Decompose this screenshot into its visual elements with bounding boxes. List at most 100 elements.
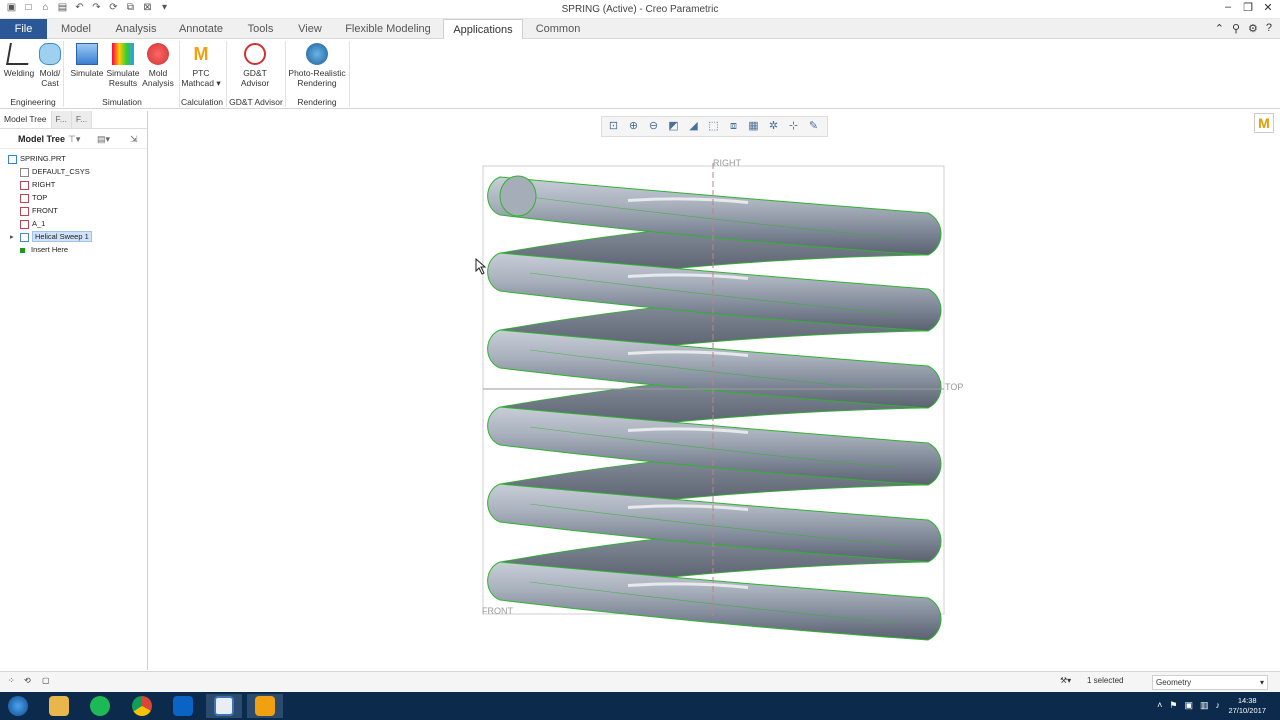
model-tree-item[interactable]: TOP <box>0 191 147 204</box>
tab-file[interactable]: File <box>0 19 47 39</box>
tab-model[interactable]: Model <box>55 19 97 39</box>
window-controls: – ❐ ✕ <box>1222 1 1274 15</box>
chrome-icon[interactable] <box>124 694 160 718</box>
ribbon-tabs: File Model Analysis Annotate Tools View Flexib… <box>0 19 1280 39</box>
simulate-results-button[interactable]: Simulate Results <box>105 43 141 88</box>
window-icon[interactable]: ▢ <box>42 676 50 685</box>
mathcad-button[interactable]: M PTC Mathcad ▾ <box>180 43 222 88</box>
model-tree-item[interactable]: Insert Here <box>0 243 147 256</box>
creo-taskbar-icon[interactable] <box>206 694 242 718</box>
model-tree: SPRING.PRT DEFAULT_CSYS RIGHT TOP FRONT A_1 ▸ H… <box>0 149 147 256</box>
chevron-up-icon[interactable]: ⌃ <box>1215 22 1224 35</box>
volume-icon[interactable]: ♪ <box>1216 700 1221 711</box>
tree-columns-icon[interactable]: ⇲ <box>130 129 138 149</box>
navigator-panel: Model Tree F... F... Model Tree ⊤▾ ▤▾ ⇲ SP… <box>0 111 148 670</box>
navigator-tab-3[interactable]: F... <box>71 111 93 128</box>
model-tree-item[interactable]: DEFAULT_CSYS <box>0 165 147 178</box>
tab-applications[interactable]: Applications <box>443 19 523 39</box>
part-icon <box>8 154 17 164</box>
outlook-icon[interactable] <box>165 694 201 718</box>
selection-filter[interactable]: Geometry ▾ <box>1152 675 1268 690</box>
navigator-tab-1[interactable]: Model Tree <box>0 111 52 128</box>
tray-expand-icon[interactable]: ˄ <box>1157 700 1162 711</box>
model-tree-item[interactable]: A_1 <box>0 217 147 230</box>
selection-tools-icon[interactable]: ⚒▾ <box>1060 676 1071 685</box>
snap-icon[interactable]: ⟲ <box>24 676 31 685</box>
tab-flexible-modeling[interactable]: Flexible Modeling <box>342 19 434 39</box>
model-tree-item[interactable]: FRONT <box>0 204 147 217</box>
graphics-window[interactable]: ⊡ ⊕ ⊖ ◩ ◢ ⬚ ⧈ ▦ ✲ ⊹ ✎ M RIGHT TOP FRONT <box>148 111 1280 670</box>
window-title: SPRING (Active) - Creo Parametric <box>561 4 719 15</box>
clock[interactable]: 14:38 27/10/2017 <box>1228 696 1266 716</box>
model-tree-item[interactable]: RIGHT <box>0 178 147 191</box>
mold-cast-button[interactable]: Mold/ Cast <box>36 43 64 88</box>
navigator-tabs: Model Tree F... F... <box>0 111 147 129</box>
restore-button[interactable]: ❐ <box>1242 1 1254 15</box>
network-icon[interactable]: ▥ <box>1200 700 1209 711</box>
rendering-button[interactable]: Photo-Realistic Rendering <box>285 43 349 88</box>
spring-front-segment <box>487 561 942 641</box>
simulate-button[interactable]: Simulate <box>69 43 105 78</box>
tree-item-label: SPRING.PRT <box>20 154 66 163</box>
welding-icon <box>6 43 32 65</box>
tab-annotate[interactable]: Annotate <box>175 19 227 39</box>
helical-sweep-icon <box>20 232 29 242</box>
minimize-button[interactable]: – <box>1222 1 1234 15</box>
gdt-advisor-button[interactable]: GD&T Advisor <box>232 43 278 88</box>
flag-icon[interactable]: ⚑ <box>1169 700 1177 711</box>
tree-item-label: RIGHT <box>32 180 56 189</box>
group-separator <box>63 41 64 107</box>
mold-analysis-icon <box>147 43 169 65</box>
tab-tools[interactable]: Tools <box>243 19 278 39</box>
mold-analysis-button[interactable]: Mold Analysis <box>141 43 175 88</box>
status-bar: ⁘ ⟲ ▢ ⚒▾ 1 selected Geometry ▾ <box>0 671 1280 692</box>
system-tray: ˄ ⚑ ▣ ▥ ♪ <box>1157 700 1220 711</box>
spring-model-view[interactable]: RIGHT TOP FRONT <box>148 111 1280 670</box>
rendering-icon <box>306 43 328 65</box>
spotify-icon[interactable] <box>82 694 118 718</box>
mouse-cursor-icon <box>475 257 487 275</box>
tab-common[interactable]: Common <box>530 19 586 39</box>
mold-cast-icon <box>39 43 61 65</box>
group-separator <box>226 41 227 107</box>
tree-item-label: Insert Here <box>31 245 69 254</box>
chevron-down-icon: ▾ <box>1259 678 1264 687</box>
simulate-icon <box>76 43 98 65</box>
group-separator <box>349 41 350 107</box>
ribbon-group-label: Simulation <box>102 97 142 107</box>
ribbon-button-label: Mold/ Cast <box>39 68 61 88</box>
search-icon[interactable]: ⚲ <box>1232 22 1240 35</box>
close-button[interactable]: ✕ <box>1262 1 1274 15</box>
ribbon-button-label: Photo-Realistic Rendering <box>288 68 346 88</box>
filter-value: Geometry <box>1156 678 1192 687</box>
csys-icon <box>20 167 29 177</box>
spring-end-face <box>499 175 537 217</box>
grid-icon[interactable]: ⁘ <box>8 676 15 685</box>
datum-plane-icon <box>20 193 29 203</box>
navigator-tab-2[interactable]: F... <box>51 111 72 128</box>
ribbon-button-label: Mold Analysis <box>142 68 174 88</box>
ribbon-button-label: Simulate Results <box>106 68 140 88</box>
mathcad-taskbar-icon[interactable] <box>247 694 283 718</box>
tree-filter-icon[interactable]: ▤▾ <box>97 129 110 149</box>
model-tree-header: Model Tree ⊤▾ ▤▾ ⇲ <box>0 129 147 149</box>
ribbon-group-label: Rendering <box>297 97 337 107</box>
sync-icon[interactable]: ▣ <box>1184 700 1193 711</box>
tree-settings-icon[interactable]: ⊤▾ <box>68 129 80 149</box>
ribbon-button-label: Simulate <box>70 68 104 78</box>
spring-coils <box>487 175 942 641</box>
welding-button[interactable]: Welding <box>3 43 35 78</box>
model-tree-item[interactable]: SPRING.PRT <box>0 152 147 165</box>
settings-icon[interactable]: ⚙ <box>1248 22 1258 35</box>
tab-view[interactable]: View <box>294 19 326 39</box>
simulate-results-icon <box>112 43 134 65</box>
file-explorer-icon[interactable] <box>41 694 77 718</box>
help-icon[interactable]: ? <box>1266 22 1272 35</box>
tab-analysis[interactable]: Analysis <box>112 19 160 39</box>
model-tree-title: Model Tree <box>18 134 66 144</box>
expand-icon[interactable]: ▸ <box>10 230 14 243</box>
start-button[interactable] <box>0 694 36 718</box>
model-tree-item[interactable]: ▸ Helical Sweep 1 <box>0 230 147 243</box>
ribbon-button-label: GD&T Advisor <box>240 68 270 88</box>
selection-count: 1 selected <box>1087 676 1124 685</box>
